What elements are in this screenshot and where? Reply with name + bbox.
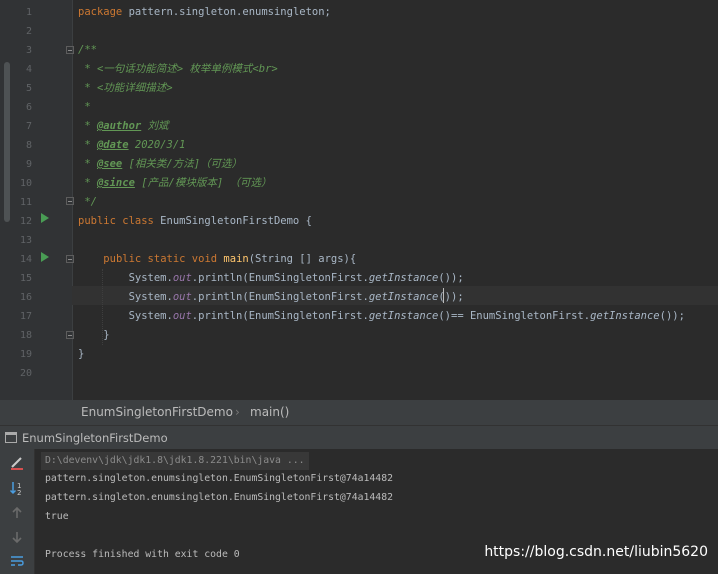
code-line-3: /** bbox=[78, 44, 97, 56]
console-output-line: pattern.singleton.enumsingleton.EnumSing… bbox=[45, 492, 393, 503]
code-line-8: * @date 2020/3/1 bbox=[78, 139, 186, 151]
line-number: 12 bbox=[19, 216, 32, 227]
console-output-line: true bbox=[45, 511, 69, 522]
code-line-12: public class EnumSingletonFirstDemo { bbox=[78, 215, 312, 227]
code-line-16: System.out.println(EnumSingletonFirst.ge… bbox=[78, 291, 464, 303]
console-output[interactable]: D:\devenv\jdk\jdk1.8\jdk1.8.221\bin\java… bbox=[35, 449, 718, 574]
breadcrumb-separator: › bbox=[235, 405, 240, 419]
text-caret bbox=[443, 288, 444, 303]
code-line-14: public static void main(String [] args){ bbox=[103, 253, 357, 265]
line-number: 13 bbox=[19, 235, 32, 246]
line-number: 16 bbox=[19, 292, 32, 303]
console-output-line: pattern.singleton.enumsingleton.EnumSing… bbox=[45, 473, 393, 484]
up-arrow-icon[interactable] bbox=[9, 505, 25, 521]
code-line-1: package pattern.singleton.enumsingleton; bbox=[78, 6, 331, 18]
line-number: 10 bbox=[19, 178, 32, 189]
breadcrumb-class[interactable]: EnumSingletonFirstDemo bbox=[81, 405, 233, 419]
console-exit-line: Process finished with exit code 0 bbox=[45, 549, 240, 560]
stop-icon[interactable] bbox=[9, 455, 25, 471]
run-icon[interactable] bbox=[41, 213, 49, 223]
code-line-5: * <功能详细描述> bbox=[78, 82, 173, 94]
line-number: 19 bbox=[19, 349, 32, 360]
line-number: 9 bbox=[25, 159, 32, 170]
code-line-7: * @author 刘斌 bbox=[78, 120, 169, 132]
console-command-line[interactable]: D:\devenv\jdk\jdk1.8\jdk1.8.221\bin\java… bbox=[41, 452, 309, 470]
line-number: 1 bbox=[25, 7, 32, 18]
run-icon[interactable] bbox=[41, 252, 49, 262]
code-line-10: * @since [产品/模块版本] （可选） bbox=[78, 177, 272, 189]
line-number: 4 bbox=[25, 64, 32, 75]
scroll-thumb[interactable] bbox=[4, 62, 10, 222]
line-number: 8 bbox=[25, 140, 32, 151]
fold-icon[interactable] bbox=[66, 197, 74, 205]
console-window-icon bbox=[5, 432, 17, 443]
sort-icon[interactable]: 1 2 bbox=[9, 480, 25, 496]
line-number: 5 bbox=[25, 83, 32, 94]
line-number: 20 bbox=[19, 368, 32, 379]
watermark: https://blog.csdn.net/liubin5620 bbox=[484, 544, 708, 560]
line-number: 18 bbox=[19, 330, 32, 341]
code-line-11: */ bbox=[78, 196, 97, 208]
code-line-17: System.out.println(EnumSingletonFirst.ge… bbox=[78, 310, 685, 322]
fold-icon[interactable] bbox=[66, 46, 74, 54]
line-number: 6 bbox=[25, 102, 32, 113]
code-line-19: } bbox=[78, 348, 85, 360]
editor-left-strip bbox=[0, 0, 14, 400]
line-number: 17 bbox=[19, 311, 32, 322]
wrap-icon[interactable] bbox=[9, 553, 25, 569]
svg-text:2: 2 bbox=[17, 489, 21, 496]
code-editor[interactable]: 1 2 3 4 5 6 7 8 9 10 11 12 13 14 15 16 1… bbox=[0, 0, 718, 400]
run-toolbar: 1 2 bbox=[0, 449, 35, 574]
line-number: 2 bbox=[25, 26, 32, 37]
breadcrumb-method[interactable]: main() bbox=[250, 405, 289, 419]
fold-icon[interactable] bbox=[66, 331, 74, 339]
run-panel-header: EnumSingletonFirstDemo bbox=[0, 425, 718, 450]
breadcrumb: EnumSingletonFirstDemo › main() bbox=[0, 400, 718, 425]
code-line-6: * bbox=[78, 101, 91, 113]
code-line-9: * @see [相关类/方法]（可选） bbox=[78, 158, 243, 170]
code-line-4: * <一句话功能简述> 枚举单例模式<br> bbox=[78, 63, 278, 75]
down-arrow-icon[interactable] bbox=[9, 529, 25, 545]
line-number: 11 bbox=[19, 197, 32, 208]
line-number: 14 bbox=[19, 254, 32, 265]
line-number: 7 bbox=[25, 121, 32, 132]
fold-icon[interactable] bbox=[66, 255, 74, 263]
run-tab-title[interactable]: EnumSingletonFirstDemo bbox=[22, 431, 168, 445]
line-number: 3 bbox=[25, 45, 32, 56]
line-number: 15 bbox=[19, 273, 32, 284]
code-line-15: System.out.println(EnumSingletonFirst.ge… bbox=[78, 272, 464, 284]
code-line-18: } bbox=[78, 329, 110, 341]
